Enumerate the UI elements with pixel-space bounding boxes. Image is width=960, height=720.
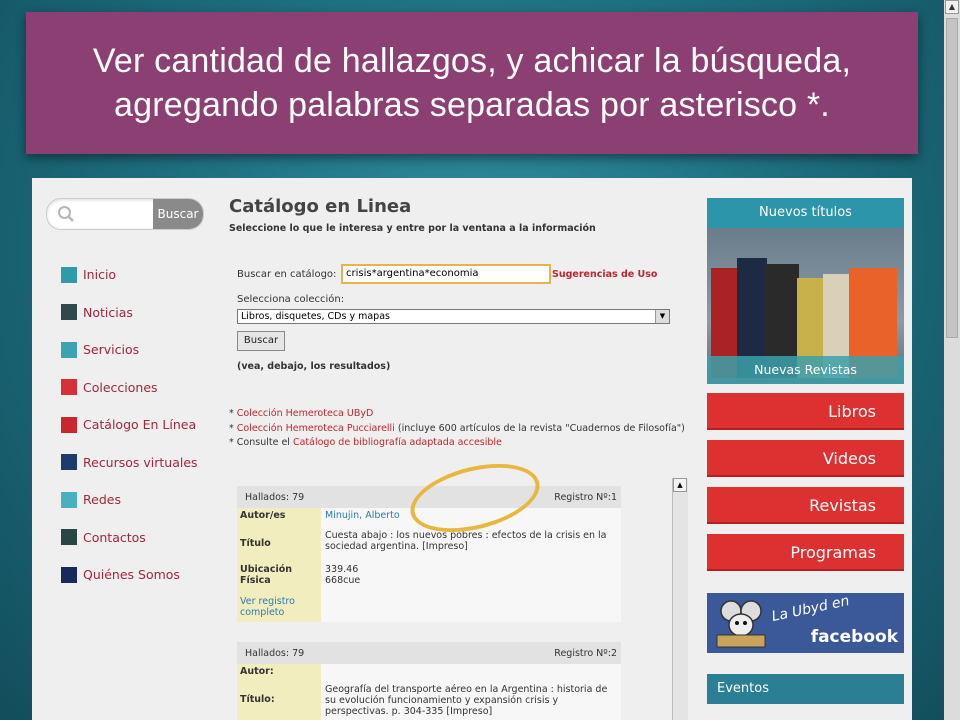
collection-value: Libros, disquetes, CDs y mapas	[241, 311, 390, 322]
sidebar-item[interactable]: Catálogo En Línea	[61, 406, 198, 444]
sidebar-item[interactable]: Noticias	[61, 294, 198, 332]
sidebar-item-label: Contactos	[83, 529, 146, 545]
square-bullet-icon	[61, 341, 77, 358]
empty-cell	[321, 664, 621, 682]
field-key: Ubicación Física	[237, 562, 321, 594]
square-bullet-icon	[61, 529, 77, 546]
field-value: Geografía del transporte aéreo en la Arg…	[321, 682, 621, 720]
empty-cell	[321, 594, 621, 622]
nuevas-revistas-caption: Nuevas Revistas	[707, 356, 904, 384]
square-bullet-icon	[61, 566, 77, 583]
facebook-word: facebook	[810, 627, 898, 647]
nuevos-titulos-header[interactable]: Nuevos títulos	[707, 198, 904, 228]
sidebar-item-label: Noticias	[83, 304, 133, 320]
hallados-count: Hallados: 79	[245, 648, 305, 659]
window-scrollbar[interactable]: ▲	[944, 0, 960, 720]
field-key: Autor/es	[237, 508, 321, 528]
scroll-thumb[interactable]	[946, 18, 958, 338]
sidebar-item[interactable]: Redes	[61, 481, 198, 519]
link-hemeroteca-ubyd[interactable]: Colección Hemeroteca UByD	[237, 408, 374, 419]
instruction-banner: Ver cantidad de hallazgos, y achicar la …	[26, 12, 918, 154]
sidebar-item[interactable]: Quiénes Somos	[61, 556, 198, 594]
square-bullet-icon	[61, 416, 77, 433]
site-search-button[interactable]: Buscar	[153, 199, 203, 229]
collection-links: * Colección Hemeroteca UByD * Colección …	[229, 408, 685, 448]
sidebar-item-label: Servicios	[83, 342, 140, 358]
field-value: Cuesta abajo : los nuevos pobres : efect…	[321, 528, 621, 562]
square-bullet-icon	[61, 491, 77, 508]
field-key: Título:	[237, 682, 321, 720]
sidebar-item-label: Catálogo En Línea	[83, 417, 197, 433]
record-header: Hallados: 79 Registro Nº:2	[237, 642, 621, 664]
square-bullet-icon	[61, 379, 77, 396]
sidebar-item[interactable]: Contactos	[61, 519, 198, 557]
pucciarelli-note: (incluye 600 artículos de la revista "Cu…	[397, 422, 685, 434]
call-number: 339.46	[325, 564, 359, 575]
registro-number: Registro Nº:2	[554, 648, 617, 659]
sidebar-item-label: Redes	[83, 492, 121, 508]
site-search: Buscar	[46, 198, 204, 230]
banner-line-2: agregando palabras separadas por asteris…	[114, 86, 830, 124]
results-note: (vea, debajo, los resultados)	[237, 361, 391, 372]
results-scrollbar[interactable]: ▲	[672, 478, 688, 720]
chevron-down-icon[interactable]: ▼	[655, 310, 669, 323]
result-record: Hallados: 79 Registro Nº:2 Autor: Título…	[237, 642, 621, 720]
page-subtitle: Seleccione lo que le interesa y entre po…	[229, 223, 596, 234]
collection-label: Selecciona colección:	[237, 294, 345, 305]
search-icon	[58, 206, 74, 222]
sidebar-item-label: Inicio	[83, 267, 117, 283]
catalog-search-input[interactable]: crisis*argentina*economia	[341, 264, 551, 284]
sidebar-item[interactable]: Servicios	[61, 331, 198, 369]
search-label: Buscar en catálogo:	[237, 269, 337, 280]
field-key: Autor:	[237, 664, 321, 682]
field-key: Título	[237, 528, 321, 562]
sidebar-item-label: Quiénes Somos	[83, 567, 180, 583]
registro-number: Registro Nº:1	[554, 492, 617, 503]
category-button[interactable]: Libros	[707, 393, 904, 430]
mouse-mascot-icon	[716, 600, 766, 648]
scroll-up-icon[interactable]: ▲	[945, 0, 959, 14]
sidebar-nav: Inicio Noticias Servicios Colecciones Catálo…	[61, 256, 198, 594]
sidebar-item-label: Colecciones	[83, 379, 158, 395]
eventos-header[interactable]: Eventos	[707, 674, 904, 704]
new-magazines-image[interactable]: Nuevas Revistas	[707, 228, 904, 384]
banner-line-1: Ver cantidad de hallazgos, y achicar la …	[92, 42, 852, 80]
right-column: Nuevos títulos Nuevas Revistas Libros Vid…	[707, 178, 904, 720]
field-value: 339.46 668cue	[321, 562, 621, 594]
category-button[interactable]: Revistas	[707, 487, 904, 524]
catalog-main: Catálogo en Linea Seleccione lo que le i…	[229, 178, 705, 720]
call-code: 668cue	[325, 575, 361, 586]
category-button[interactable]: Programas	[707, 534, 904, 571]
buscar-button[interactable]: Buscar	[237, 331, 285, 351]
sidebar-item-label: Recursos virtuales	[83, 454, 198, 470]
square-bullet-icon	[61, 266, 77, 283]
link-catalogo-accesible[interactable]: Catálogo de bibliografía adaptada accesi…	[293, 437, 502, 448]
web-page: Buscar Inicio Noticias Servicios Coleccione…	[32, 178, 912, 720]
link-hemeroteca-pucciarelli[interactable]: Colección Hemeroteca Pucciarelli	[237, 423, 395, 434]
square-bullet-icon	[61, 454, 77, 471]
sidebar-item[interactable]: Recursos virtuales	[61, 444, 198, 482]
ver-registro-link[interactable]: Ver registro completo	[237, 594, 321, 622]
facebook-text: La Ubyd en	[770, 593, 851, 626]
sidebar-item[interactable]: Inicio	[61, 256, 198, 294]
facebook-banner[interactable]: La Ubyd en facebook	[707, 593, 904, 653]
page-title: Catálogo en Linea	[229, 196, 412, 217]
square-bullet-icon	[61, 304, 77, 321]
sidebar-item[interactable]: Colecciones	[61, 369, 198, 407]
collection-select[interactable]: Libros, disquetes, CDs y mapas ▼	[237, 309, 670, 324]
consult-prefix: Consulte el	[236, 437, 290, 448]
suggestions-link[interactable]: Sugerencias de Uso	[552, 269, 657, 280]
category-button[interactable]: Videos	[707, 440, 904, 477]
scroll-up-icon[interactable]: ▲	[673, 478, 687, 492]
hallados-count: Hallados: 79	[245, 492, 305, 503]
